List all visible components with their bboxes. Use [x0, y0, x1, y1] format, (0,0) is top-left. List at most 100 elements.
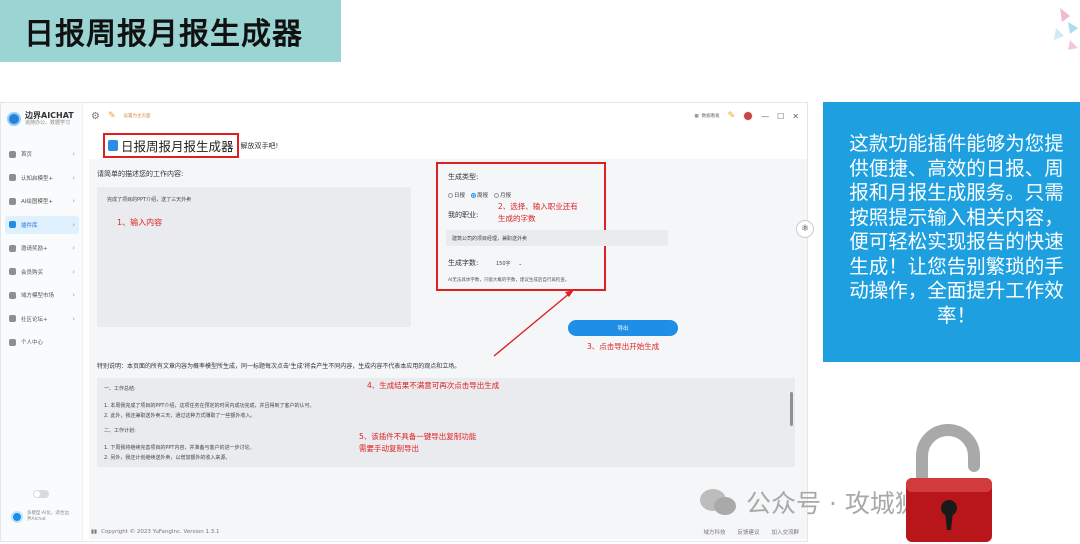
output-line: 1. 本周我完成了项目的PPT介绍，这项任务在预定的时间内成功完成，并且得到了客…: [104, 403, 315, 409]
maximize-icon[interactable]: ☐: [777, 112, 784, 121]
dashboard-link[interactable]: ▦ 数据看板: [694, 113, 720, 120]
annotation-step-3: 3、点击导出开始生成: [587, 342, 660, 351]
gift-icon: [9, 244, 16, 252]
brand-subtitle: 追随办公、数据学习: [25, 120, 71, 126]
chevron-right-icon: ›: [72, 150, 75, 158]
sidebar-item-label: 社区论坛+: [21, 316, 48, 323]
slide-title: 日报周报月报生成器: [24, 17, 303, 52]
radio-monthly[interactable]: 月报: [494, 191, 511, 199]
type-radio-group: 日报 周报 月报: [448, 191, 511, 199]
work-description-input[interactable]: 完成了项目的PPT介绍，送了三天外卖 1、输入内容: [97, 187, 411, 327]
sidebar-footer-text: 多模型·AI化，适合边界AIchat: [27, 511, 69, 522]
app-window: 边界AICHAT 追随办公、数据学习 首页 › 认知启模型+ › AI绘图模型+…: [0, 102, 808, 542]
sidebar-item-plugins[interactable]: 插件库 ›: [5, 215, 79, 234]
sidebar-item-membership[interactable]: 会员购买 ›: [5, 263, 79, 281]
chevron-right-icon: ›: [72, 173, 75, 182]
radio-daily-label: 日报: [454, 193, 466, 199]
settings-panel: 生成类型: 日报 周报 月报 2、选择、输入职业还有 生成的字数 我的职业: 建…: [436, 162, 668, 291]
footer-link-feedback[interactable]: 反馈建议: [737, 528, 759, 536]
minimize-icon[interactable]: —: [761, 112, 769, 121]
stats-icon: ▮▮: [91, 529, 98, 535]
assistant-float-icon[interactable]: ⚛: [796, 220, 814, 238]
theme-toggle[interactable]: [33, 490, 49, 498]
sidebar-item-label: 首页: [21, 152, 33, 158]
plugin-icon: [9, 221, 16, 228]
info-panel: 这款功能插件能够为您提供便捷、高效的日报、周报和月报生成服务。只需按照提示输入相…: [823, 102, 1080, 362]
chevron-right-icon: ›: [72, 314, 75, 323]
work-description-label: 请简单的描述您的工作内容:: [97, 170, 184, 178]
wechat-icon: [700, 487, 738, 517]
edit-icon[interactable]: ✎: [728, 111, 736, 121]
sidebar-item-invite[interactable]: 邀请奖励+ ›: [5, 239, 79, 257]
output-scrollbar[interactable]: [790, 392, 793, 426]
radio-daily[interactable]: 日报: [448, 191, 465, 199]
sidebar-item-cognitive-model[interactable]: 认知启模型+ ›: [5, 169, 79, 187]
work-description-value: 完成了项目的PPT介绍，送了三天外卖: [107, 197, 192, 203]
annotation-step-2-line2: 生成的字数: [498, 214, 536, 223]
plugin-card: 请简单的描述您的工作内容: 完成了项目的PPT介绍，送了三天外卖 1、输入内容 …: [89, 159, 807, 539]
plugin-subtitle: 解放双手吧!: [240, 141, 279, 150]
sidebar-item-label: 域方模型市场: [21, 293, 55, 299]
grid-icon: [9, 291, 16, 299]
job-label: 我的职业:: [448, 211, 479, 219]
annotation-step-5-line2: 需要手动复制导出: [359, 444, 419, 453]
model-icon: [9, 174, 16, 181]
count-value: 150字: [496, 261, 511, 267]
sidebar-footer: 多模型·AI化，适合边界AIchat: [11, 511, 73, 523]
output-line: 二、工作计划:: [104, 428, 136, 434]
count-label: 生成字数:: [448, 259, 479, 267]
sidebar-item-ai-drawing[interactable]: AI绘图模型+ ›: [5, 192, 79, 210]
bookmark-icon[interactable]: ✎: [108, 111, 116, 121]
dashboard-icon: ▦: [694, 113, 699, 119]
radio-monthly-circle: [494, 192, 500, 198]
gear-icon[interactable]: ⚙: [91, 111, 100, 122]
set-homepage-link[interactable]: 设置为主页面: [124, 113, 151, 119]
plugin-title-box: 日报周报月报生成器: [103, 133, 239, 158]
radio-weekly[interactable]: 周报: [471, 191, 488, 199]
user-icon: [9, 268, 16, 275]
radio-weekly-circle: [471, 192, 477, 198]
corner-decoration: [1054, 8, 1078, 50]
annotation-step-2-line1: 2、选择、输入职业还有: [498, 202, 578, 211]
document-icon: [108, 140, 118, 151]
slide-title-banner: 日报周报月报生成器: [0, 0, 341, 62]
count-select[interactable]: 150字 ⌄: [496, 260, 522, 267]
output-line: 2. 另外，我还计划继续送外卖，以增加额外的收入来源。: [104, 455, 231, 461]
sidebar-item-model-market[interactable]: 域方模型市场 ›: [5, 286, 79, 304]
annotation-step-5-line1: 5、该插件不具备一键导出复制功能: [359, 432, 477, 441]
home-icon: [9, 150, 16, 158]
job-input[interactable]: 建筑公司的项目经理，兼职送外卖: [446, 230, 668, 246]
sidebar-item-profile[interactable]: 个人中心: [5, 333, 79, 351]
chevron-right-icon: ›: [72, 197, 75, 205]
topbar: ⚙ ✎ 设置为主页面 ▦ 数据看板 ✎ — ☐ ✕: [83, 103, 807, 129]
brand: 边界AICHAT 追随办公、数据学习: [7, 111, 74, 127]
brand-name: 边界AICHAT: [25, 111, 74, 120]
type-label: 生成类型:: [448, 173, 479, 181]
close-icon[interactable]: ✕: [792, 112, 799, 121]
footer-link-join-group[interactable]: 加入交流群: [771, 528, 799, 536]
footer-link-company[interactable]: 域方科技: [703, 528, 725, 536]
sidebar-item-label: 邀请奖励+: [21, 246, 48, 252]
export-button[interactable]: 导出: [568, 320, 678, 336]
output-area[interactable]: 一、工作总结: 1. 本周我完成了项目的PPT介绍，这项任务在预定的时间内成功完…: [97, 378, 795, 467]
footer: ▮▮ Copyright © 2023 YuFangInc. Version 1…: [83, 523, 807, 541]
avatar[interactable]: [743, 111, 754, 121]
chevron-right-icon: ›: [72, 244, 75, 252]
chevron-right-icon: ›: [72, 220, 75, 229]
dashboard-label: 数据看板: [701, 114, 720, 119]
unlock-icon: [906, 424, 992, 542]
count-note: AI无法具体字数，只能大概的字数，建议生成后自行再检查。: [448, 278, 570, 283]
image-icon: [9, 197, 16, 205]
copyright: Copyright © 2023 YuFangInc. Version 1.3.…: [101, 529, 220, 535]
output-line: 一、工作总结:: [104, 386, 136, 392]
chat-icon: [9, 315, 16, 322]
sidebar-item-label: 认知启模型+: [21, 175, 54, 182]
plugin-title: 日报周报月报生成器: [121, 139, 234, 154]
radio-daily-circle: [448, 192, 453, 198]
sidebar-item-forum[interactable]: 社区论坛+ ›: [5, 310, 79, 328]
sidebar-nav: 首页 › 认知启模型+ › AI绘图模型+ › 插件库 › 邀请奖励+ › 会员…: [1, 145, 83, 357]
sidebar-item-label: 插件库: [21, 222, 38, 229]
sidebar-item-home[interactable]: 首页 ›: [5, 145, 79, 163]
radio-weekly-label: 周报: [477, 193, 489, 199]
annotation-step-1: 1、输入内容: [117, 218, 163, 227]
